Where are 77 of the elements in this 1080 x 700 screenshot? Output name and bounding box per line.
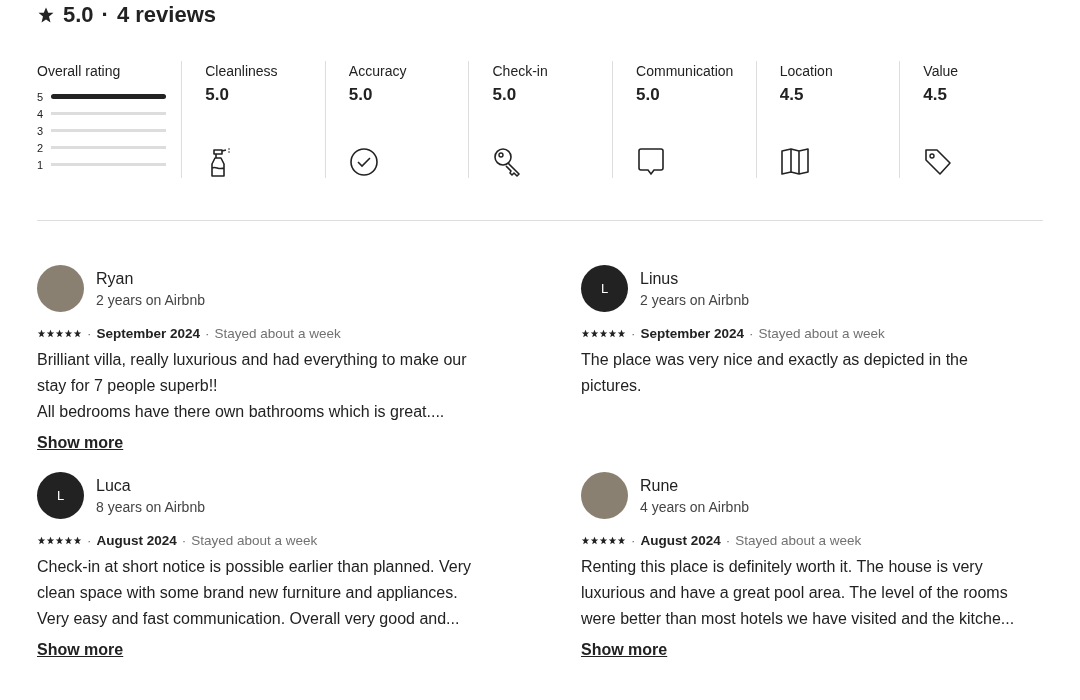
star-icon <box>37 329 46 338</box>
separator: · <box>749 326 754 341</box>
star-icon <box>617 329 626 338</box>
star-icon <box>64 536 73 545</box>
category-label: Check-in <box>492 63 549 79</box>
category-label: Communication <box>636 63 735 79</box>
review-count: 4 reviews <box>116 2 216 28</box>
star-icon <box>608 329 617 338</box>
avatar-initial: L <box>37 472 84 519</box>
star-icon <box>37 6 55 24</box>
rating-level-label: 3 <box>37 124 45 137</box>
category-score: 5.0 <box>205 85 230 105</box>
stay-duration: Stayed about a week <box>191 533 318 548</box>
reviewer-tenure: 2 years on Airbnb <box>640 291 749 308</box>
rating-level-label: 5 <box>37 90 45 103</box>
star-icon <box>64 329 73 338</box>
star-icon <box>581 329 590 338</box>
star-icon <box>46 329 55 338</box>
star-icon <box>617 536 626 545</box>
show-more-link[interactable]: Show more <box>37 434 124 452</box>
reviewer-name: Rune <box>640 476 680 495</box>
review-date: September 2024 <box>96 326 201 341</box>
overall-rating-label: Overall rating <box>37 63 122 79</box>
separator: · <box>205 326 210 341</box>
avatar-initial: L <box>581 265 628 312</box>
review-date: August 2024 <box>96 533 177 548</box>
separator: · <box>631 533 636 548</box>
category-score: 4.5 <box>779 85 805 105</box>
category-score: 4.5 <box>923 85 948 105</box>
category-score: 5.0 <box>492 85 518 105</box>
star-icon <box>37 536 46 545</box>
category-label: Cleanliness <box>205 63 279 79</box>
star-icon <box>608 536 617 545</box>
star-icon <box>599 329 608 338</box>
reviewer-name: Luca <box>96 476 132 495</box>
review-text: Renting this place is definitely worth it. The house is very luxurious and have a great pool area. The level of the rooms were better than most hotels we have visited and the kitche... <box>581 557 1016 629</box>
star-icon <box>55 536 64 545</box>
category-label: Location <box>779 63 834 79</box>
category-label: Value <box>923 63 960 79</box>
stay-duration: Stayed about a week <box>758 326 885 341</box>
show-more-link[interactable]: Show more <box>37 641 124 659</box>
separator: · <box>631 326 636 341</box>
star-icon <box>581 536 590 545</box>
star-icon <box>55 329 64 338</box>
star-icon <box>599 536 608 545</box>
separator: · <box>87 326 92 341</box>
stay-duration: Stayed about a week <box>735 533 862 548</box>
star-icon <box>590 329 599 338</box>
rating-level-label: 4 <box>37 107 45 120</box>
star-icon <box>73 329 82 338</box>
review-text: The place was very nice and exactly as depicted in the pictures. <box>581 350 969 396</box>
reviewer-name: Ryan <box>96 269 135 288</box>
separator: · <box>725 533 731 548</box>
stay-duration: Stayed about a week <box>214 326 341 341</box>
avatar-photo-placeholder <box>37 265 84 312</box>
separator: · <box>87 533 92 548</box>
separator: · <box>101 2 109 28</box>
separator: · <box>181 533 187 548</box>
review-text: Check-in at short notice is possible earlier than planned. Very clean space with some brand new furniture and appliances. Very easy and fast communication. Overall very good and... <box>37 557 472 629</box>
show-more-link[interactable]: Show more <box>581 641 668 659</box>
star-icon <box>590 536 599 545</box>
rating-level-label: 2 <box>37 141 45 154</box>
rating-level-label: 1 <box>37 158 45 171</box>
avatar-photo-placeholder <box>581 472 628 519</box>
reviewer-tenure: 4 years on Airbnb <box>640 498 749 515</box>
category-label: Accuracy <box>348 63 408 79</box>
reviewer-tenure: 2 years on Airbnb <box>96 291 205 308</box>
star-icon <box>46 536 55 545</box>
reviewer-tenure: 8 years on Airbnb <box>96 498 205 515</box>
review-text: Brilliant villa, really luxurious and had everything to make our stay for 7 people superb!! All bedrooms have there own bathrooms which is great.... <box>37 350 468 422</box>
overall-score: 5.0 <box>63 2 94 28</box>
category-score: 5.0 <box>348 85 374 105</box>
star-icon <box>73 536 82 545</box>
category-score: 5.0 <box>636 85 661 105</box>
reviewer-name: Linus <box>640 269 680 288</box>
review-date: August 2024 <box>640 533 721 548</box>
review-date: September 2024 <box>640 326 745 341</box>
